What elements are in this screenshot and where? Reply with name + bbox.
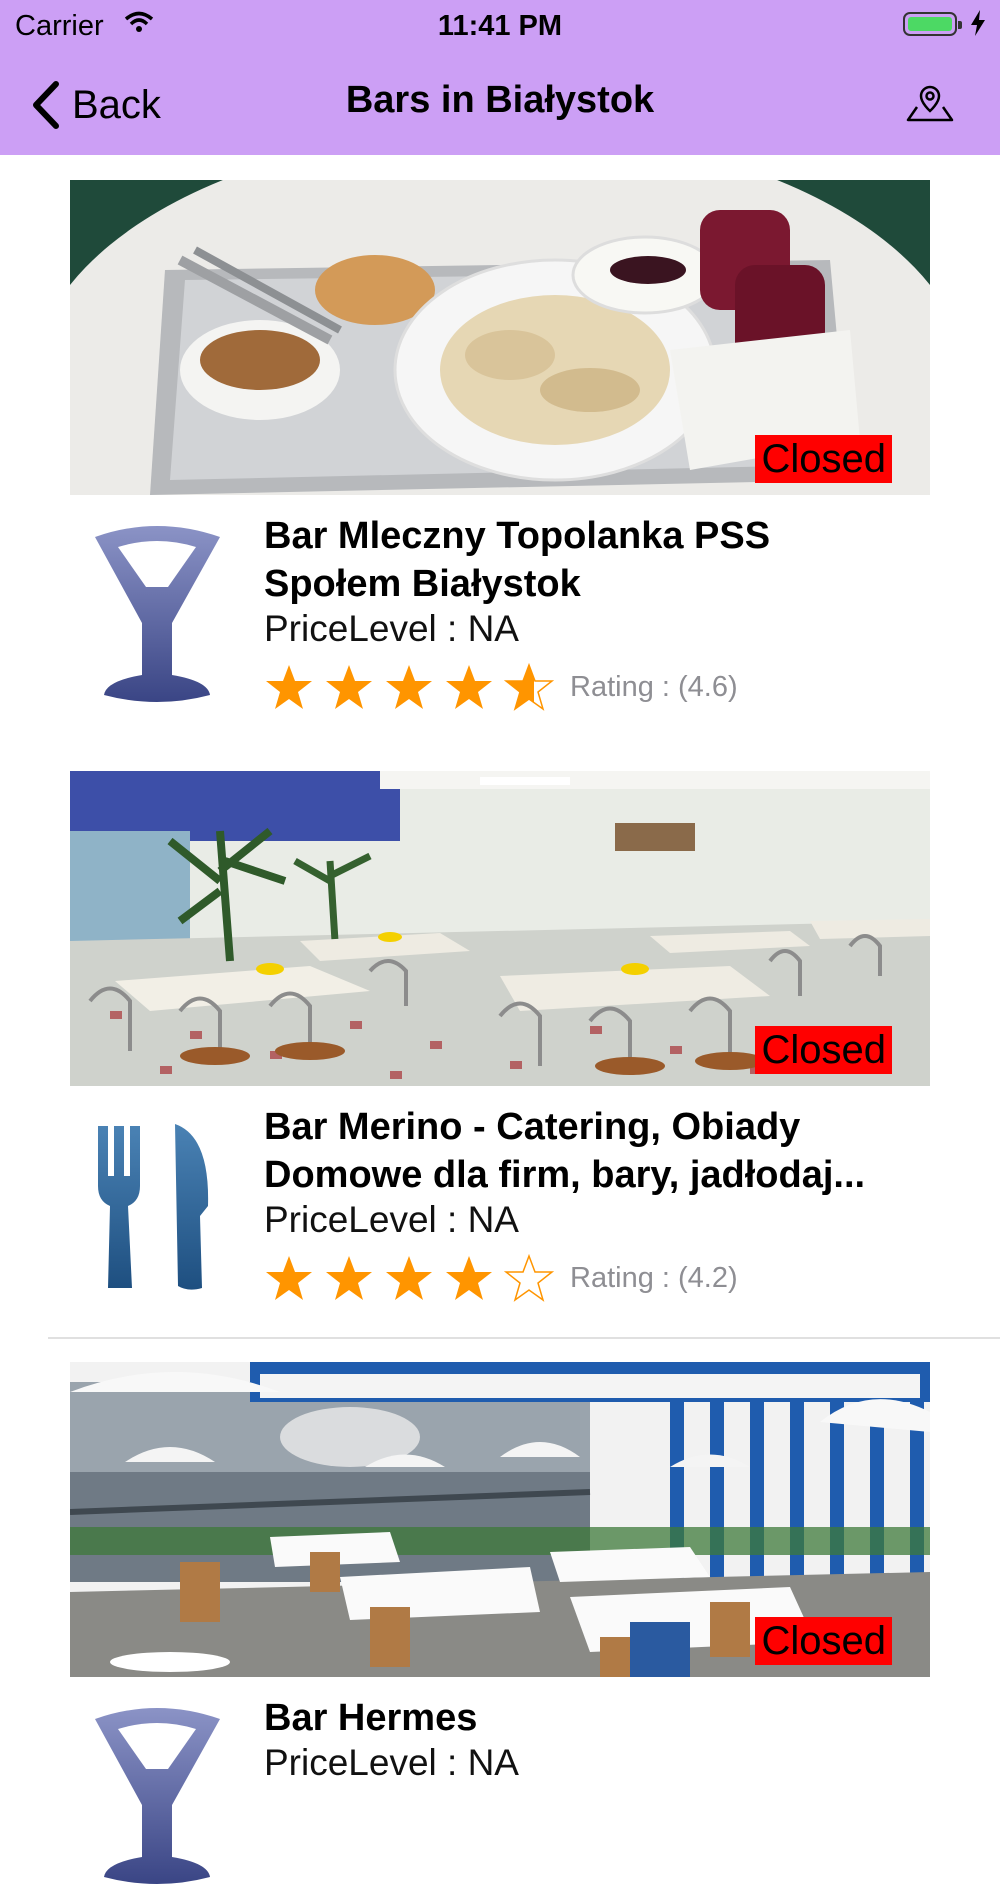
star-half-icon	[504, 662, 554, 711]
page-title: Bars in Białystok	[345, 79, 655, 121]
star-empty-icon	[504, 1253, 554, 1302]
battery-icon	[903, 12, 962, 36]
place-name: Bar Merino - Catering, Obiady Domowe dla…	[264, 1106, 866, 1196]
status-badge: Closed	[755, 1617, 892, 1665]
star-full-icon	[266, 1256, 312, 1300]
star-rating: Rating : (4.2)	[264, 1253, 738, 1303]
place-photo: Closed	[70, 180, 930, 495]
star-full-icon	[266, 665, 312, 709]
star-full-icon	[326, 1256, 372, 1300]
place-name: Bar Hermes	[264, 1697, 478, 1739]
charging-bolt-icon	[971, 10, 985, 36]
status-badge: Closed	[755, 435, 892, 483]
price-level: PriceLevel : NA	[264, 608, 519, 649]
rating-label: Rating : (4.6)	[570, 670, 738, 703]
price-level: PriceLevel : NA	[264, 1199, 519, 1240]
status-bar: Carrier 11:41 PM	[0, 0, 1000, 50]
place-photo: Closed	[70, 771, 930, 1086]
fork-knife-icon	[98, 1124, 209, 1290]
star-rating: Rating : (4.6)	[264, 662, 738, 712]
star-full-icon	[386, 1256, 432, 1300]
row-divider	[48, 1337, 1000, 1339]
star-full-icon	[446, 665, 492, 709]
cocktail-glass-icon	[95, 526, 220, 702]
place-name: Bar Mleczny Topolanka PSS Społem Białyst…	[264, 515, 771, 605]
map-pin-icon[interactable]	[905, 83, 955, 123]
star-full-icon	[386, 665, 432, 709]
cocktail-glass-icon	[95, 1708, 220, 1884]
top-bar: Carrier 11:41 PM Back Bars in Białystok	[0, 0, 1000, 155]
clock: 11:41 PM	[437, 10, 563, 42]
navigation-bar: Back Bars in Białystok	[0, 55, 1000, 155]
star-full-icon	[446, 1256, 492, 1300]
status-badge: Closed	[755, 1026, 892, 1074]
star-full-icon	[326, 665, 372, 709]
place-photo: Closed	[70, 1362, 930, 1677]
rating-label: Rating : (4.2)	[570, 1261, 738, 1294]
